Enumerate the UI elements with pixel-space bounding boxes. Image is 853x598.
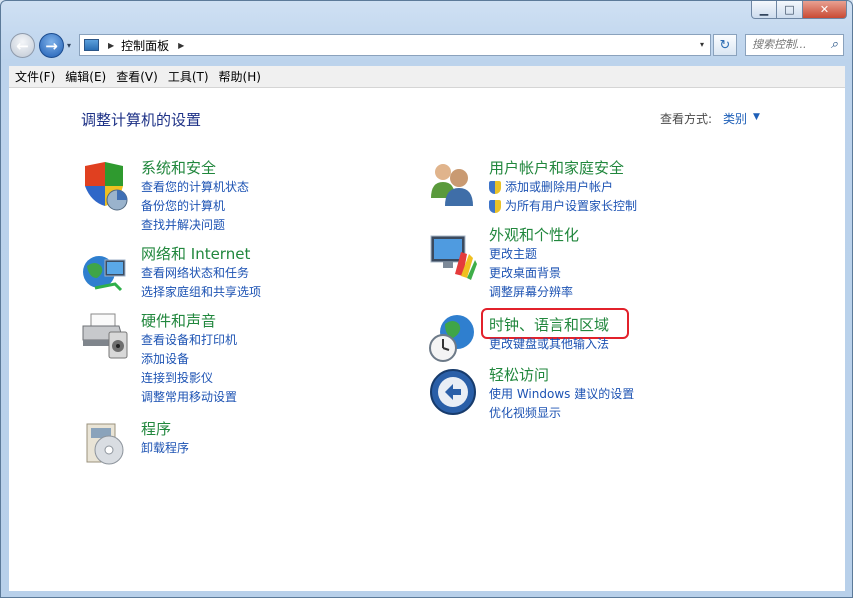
category-hardware-and-sound: 硬件和声音 查看设备和打印机 添加设备 连接到投影仪 调整常用移动设置 — [141, 312, 237, 407]
category-title-clock-language-region[interactable]: 时钟、语言和区域 — [489, 316, 609, 335]
breadcrumb-separator-icon[interactable]: ▶ — [178, 41, 184, 50]
category-system-and-security: 系统和安全 查看您的计算机状态 备份您的计算机 查找并解决问题 — [141, 159, 249, 235]
address-dropdown-icon[interactable]: ▾ — [700, 40, 704, 49]
category-title-hardware-and-sound[interactable]: 硬件和声音 — [141, 312, 237, 331]
link-network-status[interactable]: 查看网络状态和任务 — [141, 264, 261, 283]
uac-shield-icon — [489, 181, 501, 194]
link-screen-resolution[interactable]: 调整屏幕分辨率 — [489, 283, 579, 302]
refresh-icon: ↻ — [719, 37, 731, 53]
link-add-device[interactable]: 添加设备 — [141, 350, 237, 369]
category-user-accounts: 用户帐户和家庭安全 添加或删除用户帐户 为所有用户设置家长控制 — [489, 159, 637, 216]
link-change-theme[interactable]: 更改主题 — [489, 245, 579, 264]
refresh-button[interactable]: ↻ — [713, 34, 737, 56]
link-change-keyboard-input[interactable]: 更改键盘或其他输入法 — [489, 335, 609, 354]
category-title-programs[interactable]: 程序 — [141, 420, 189, 439]
maximize-button[interactable]: □ — [777, 1, 803, 19]
link-connect-projector[interactable]: 连接到投影仪 — [141, 369, 237, 388]
forward-button[interactable]: → — [39, 33, 64, 58]
category-programs: 程序 卸载程序 — [141, 420, 189, 458]
clock-globe-icon[interactable] — [427, 312, 479, 364]
close-button[interactable]: ✕ — [803, 1, 847, 19]
link-optimize-display[interactable]: 优化视频显示 — [489, 404, 634, 423]
link-add-remove-accounts-label: 添加或删除用户帐户 — [505, 180, 614, 194]
link-devices-and-printers[interactable]: 查看设备和打印机 — [141, 331, 237, 350]
link-troubleshoot[interactable]: 查找并解决问题 — [141, 216, 249, 235]
menu-bar: 文件(F) 编辑(E) 查看(V) 工具(T) 帮助(H) — [9, 66, 845, 88]
category-title-appearance[interactable]: 外观和个性化 — [489, 226, 579, 245]
link-change-background[interactable]: 更改桌面背景 — [489, 264, 579, 283]
recent-pages-dropdown-icon[interactable]: ▾ — [67, 41, 71, 50]
category-network-and-internet: 网络和 Internet 查看网络状态和任务 选择家庭组和共享选项 — [141, 245, 261, 302]
control-panel-content: 调整计算机的设置 查看方式: 类别 ▼ 系统和安全 查看您的计算机状态 备份您的… — [9, 88, 845, 591]
programs-disc-icon[interactable] — [79, 418, 131, 470]
address-bar[interactable]: ▶ 控制面板 ▶ ▾ — [79, 34, 711, 56]
view-by-dropdown[interactable]: 类别 — [723, 110, 747, 127]
link-backup-computer[interactable]: 备份您的计算机 — [141, 197, 249, 216]
link-windows-recommended-settings[interactable]: 使用 Windows 建议的设置 — [489, 385, 634, 404]
users-icon[interactable] — [427, 158, 479, 210]
menu-view[interactable]: 查看(V) — [110, 68, 164, 85]
link-uninstall-program[interactable]: 卸载程序 — [141, 439, 189, 458]
view-by-label: 查看方式: — [660, 112, 713, 126]
control-panel-window: ▁ □ ✕ ← → ▾ ▶ 控制面板 ▶ ▾ ↻ ⌕ 文件(F) 编辑(E) 查… — [0, 0, 853, 598]
search-input[interactable] — [752, 38, 822, 51]
security-shield-icon[interactable] — [79, 160, 131, 212]
search-box[interactable]: ⌕ — [745, 34, 844, 56]
category-appearance: 外观和个性化 更改主题 更改桌面背景 调整屏幕分辨率 — [489, 226, 579, 302]
link-parental-controls[interactable]: 为所有用户设置家长控制 — [489, 197, 637, 216]
menu-help[interactable]: 帮助(H) — [213, 68, 267, 85]
category-clock-language-region: 时钟、语言和区域 更改键盘或其他输入法 — [489, 316, 609, 354]
category-title-system-and-security[interactable]: 系统和安全 — [141, 159, 249, 178]
category-title-network-and-internet[interactable]: 网络和 Internet — [141, 245, 261, 264]
link-mobility-settings[interactable]: 调整常用移动设置 — [141, 388, 237, 407]
link-homegroup-sharing[interactable]: 选择家庭组和共享选项 — [141, 283, 261, 302]
menu-tools[interactable]: 工具(T) — [162, 68, 215, 85]
view-by-dropdown-arrow-icon[interactable]: ▼ — [753, 112, 760, 122]
back-button[interactable]: ← — [10, 33, 35, 58]
search-icon[interactable]: ⌕ — [831, 37, 838, 52]
caption-buttons: ▁ □ ✕ — [751, 1, 847, 19]
breadcrumb-control-panel[interactable]: 控制面板 — [121, 37, 169, 54]
menu-file[interactable]: 文件(F) — [9, 68, 61, 85]
navigation-bar: ← → ▾ ▶ 控制面板 ▶ ▾ ↻ ⌕ — [1, 30, 852, 62]
link-view-computer-status[interactable]: 查看您的计算机状态 — [141, 178, 249, 197]
control-panel-icon — [84, 39, 99, 51]
category-title-user-accounts[interactable]: 用户帐户和家庭安全 — [489, 159, 637, 178]
menu-edit[interactable]: 编辑(E) — [59, 68, 112, 85]
network-globe-icon[interactable] — [79, 248, 131, 300]
ease-of-access-icon[interactable] — [427, 366, 479, 418]
uac-shield-icon — [489, 200, 501, 213]
category-title-ease-of-access[interactable]: 轻松访问 — [489, 366, 634, 385]
category-ease-of-access: 轻松访问 使用 Windows 建议的设置 优化视频显示 — [489, 366, 634, 423]
page-title: 调整计算机的设置 — [81, 111, 202, 129]
link-add-remove-accounts[interactable]: 添加或删除用户帐户 — [489, 178, 637, 197]
monitor-palette-icon[interactable] — [427, 230, 479, 282]
printer-speaker-icon[interactable] — [79, 310, 131, 362]
title-bar[interactable]: ▁ □ ✕ — [1, 1, 852, 27]
breadcrumb-separator-icon[interactable]: ▶ — [108, 41, 114, 50]
minimize-button[interactable]: ▁ — [751, 1, 777, 19]
link-parental-controls-label: 为所有用户设置家长控制 — [505, 199, 638, 213]
